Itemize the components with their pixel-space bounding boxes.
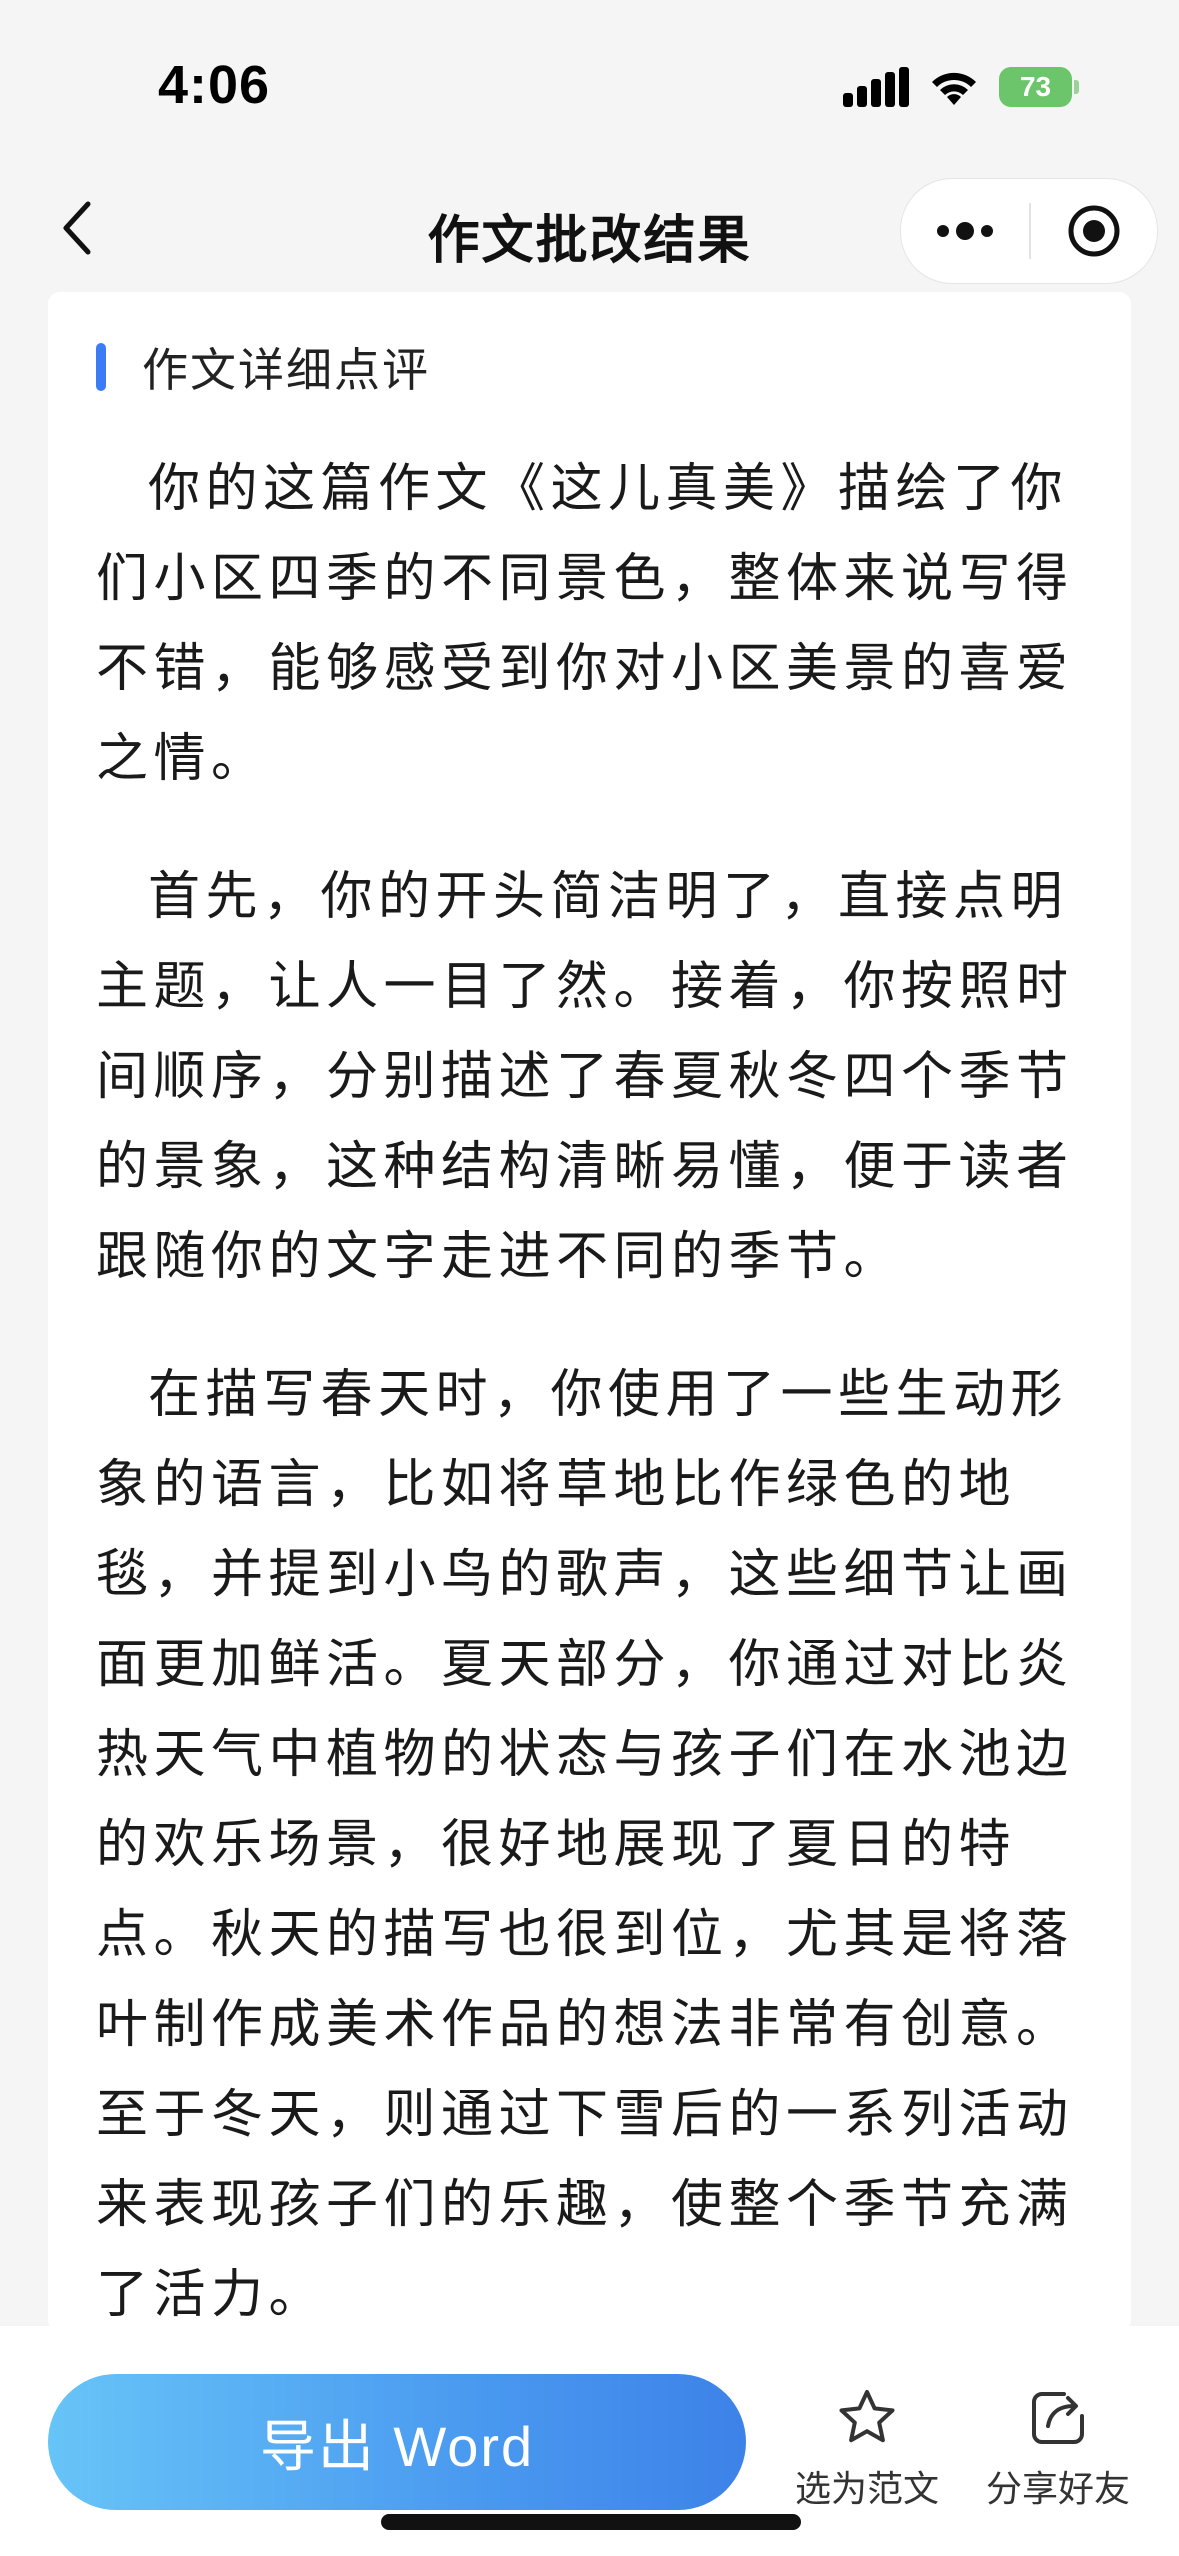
section-header: 作文详细点评 <box>96 334 430 400</box>
status-time: 4:06 <box>158 55 271 115</box>
share-friends-label: 分享好友 <box>985 2469 1130 2510</box>
comment-card: 作文详细点评 你的这篇作文《这儿真美》描绘了你们小区四季的不同景色，整体来说写得… <box>48 292 1131 2332</box>
wifi-icon <box>932 72 976 105</box>
target-close-icon <box>1068 205 1120 257</box>
select-as-model-label: 选为范文 <box>794 2469 939 2510</box>
comment-paragraph: 首先，你的开头简洁明了，直接点明主题，让人一目了然。接着，你按照时间顺序，分别描… <box>96 867 1074 1287</box>
status-bar: 4:06 73 <box>0 0 1179 170</box>
accent-bar <box>96 343 106 391</box>
select-as-model-button[interactable]: 选为范文 <box>782 2386 952 2512</box>
mini-program-capsule <box>900 178 1158 284</box>
section-title: 作文详细点评 <box>142 343 430 397</box>
battery-level: 73 <box>999 67 1073 107</box>
comment-body: 你的这篇作文《这儿真美》描绘了你们小区四季的不同景色，整体来说写得不错，能够感受… <box>96 444 1088 2388</box>
battery-cap <box>1074 80 1079 94</box>
more-button[interactable] <box>901 179 1029 283</box>
battery-charging-icon: 73 <box>999 67 1079 107</box>
export-word-button[interactable]: 导出 Word <box>48 2374 746 2510</box>
signal-icon <box>843 67 909 107</box>
close-mini-program-button[interactable] <box>1031 179 1157 283</box>
status-icons: 73 <box>843 62 1079 112</box>
share-icon <box>1032 2392 1084 2444</box>
nav-bar: 作文批改结果 <box>0 170 1179 290</box>
comment-paragraph: 在描写春天时，你使用了一些生动形象的语言，比如将草地比作绿色的地毯，并提到小鸟的… <box>96 1365 1074 2325</box>
star-icon <box>839 2390 895 2443</box>
share-friends-button[interactable]: 分享好友 <box>973 2386 1143 2512</box>
more-dots-icon <box>937 222 993 240</box>
comment-paragraph: 你的这篇作文《这儿真美》描绘了你们小区四季的不同景色，整体来说写得不错，能够感受… <box>96 459 1074 789</box>
home-indicator <box>381 2514 801 2530</box>
